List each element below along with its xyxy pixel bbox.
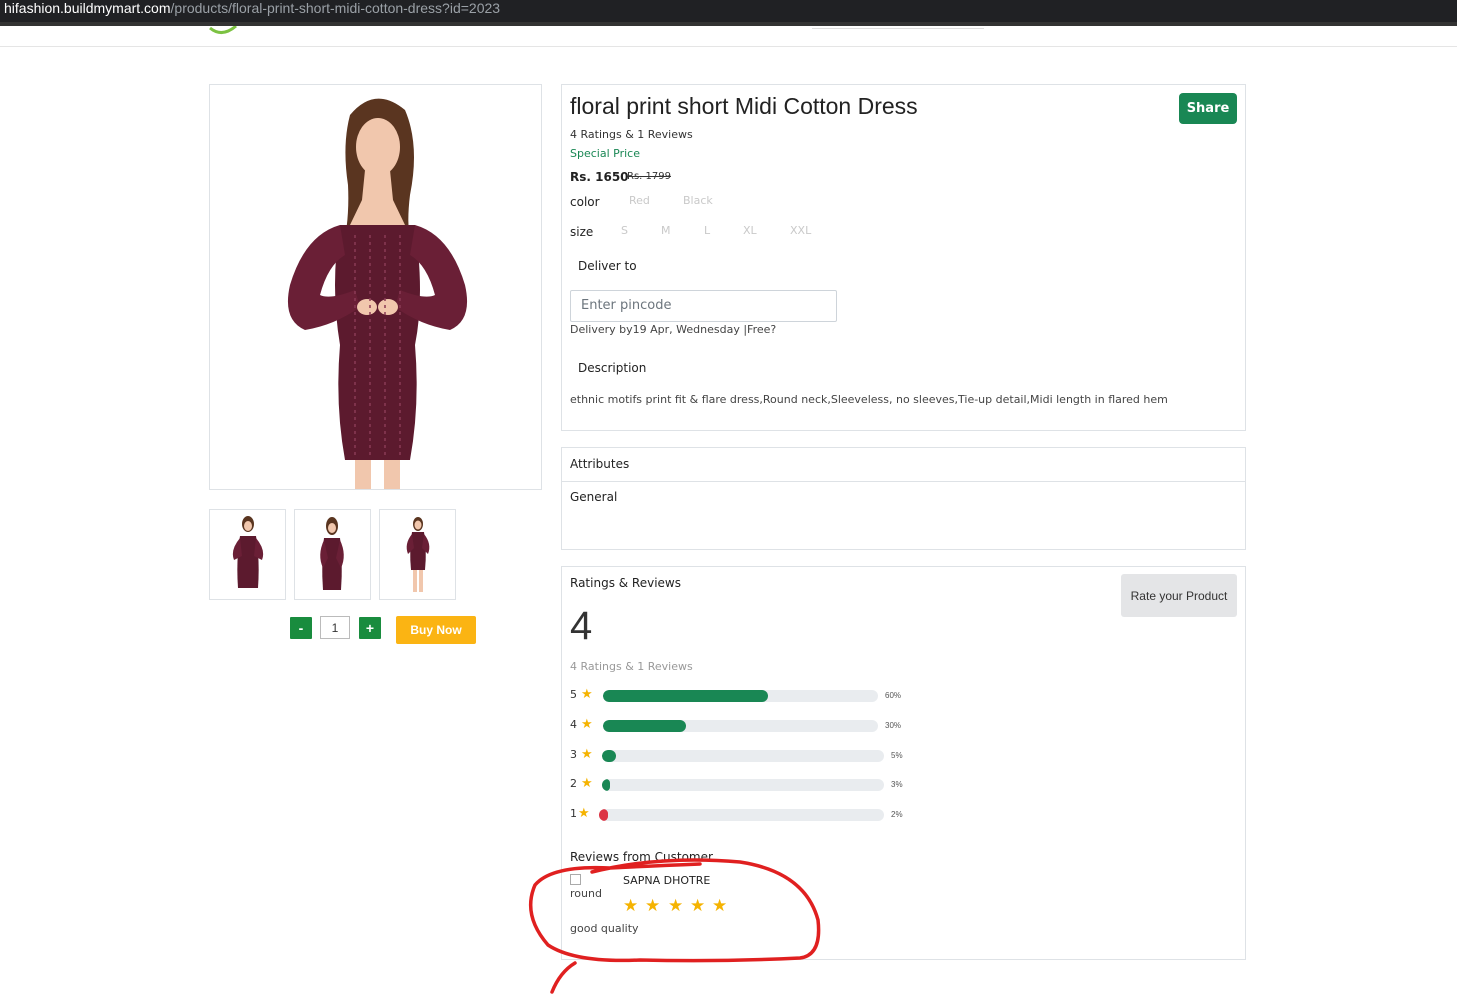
- rating-row-stars: 1: [570, 807, 577, 820]
- header-search-input[interactable]: [812, 26, 984, 29]
- address-bar[interactable]: hifashion.buildmymart.com/products/flora…: [0, 0, 1457, 22]
- size-label: size: [570, 225, 594, 239]
- broken-image-icon: [570, 874, 581, 885]
- description-label: Description: [578, 361, 647, 375]
- rating-progress-fill: [603, 720, 686, 732]
- description-text: ethnic motifs print fit & flare dress,Ro…: [570, 393, 1168, 406]
- rating-percent-label: 60%: [885, 691, 902, 700]
- rating-row-stars: 5: [570, 688, 577, 701]
- ratings-summary: 4 Ratings & 1 Reviews: [570, 128, 693, 141]
- attributes-card: [561, 447, 1246, 550]
- reviewer-avatar: round: [570, 874, 610, 900]
- rating-percent-label: 2%: [891, 810, 903, 819]
- rating-percent-label: 30%: [885, 721, 902, 730]
- rating-progress-bar: [602, 779, 884, 791]
- special-price-label: Special Price: [570, 147, 640, 160]
- attributes-group-general: General: [570, 490, 618, 504]
- star-icon: ★: [578, 806, 590, 821]
- ratings-heading: Ratings & Reviews: [570, 576, 681, 590]
- star-icon: ★: [581, 717, 593, 732]
- product-main-image: [209, 84, 542, 490]
- color-label: color: [570, 195, 600, 209]
- deliver-to-label: Deliver to: [578, 259, 637, 273]
- rating-row-stars: 3: [570, 748, 577, 761]
- product-thumbnail[interactable]: [294, 509, 371, 600]
- quantity-increase-button[interactable]: +: [359, 617, 381, 639]
- delivery-info: Delivery by19 Apr, Wednesday |Free?: [570, 323, 777, 336]
- size-option-xl[interactable]: XL: [743, 224, 757, 237]
- rating-progress-fill: [599, 809, 608, 821]
- star-icon: ★: [645, 896, 661, 916]
- color-option-red[interactable]: Red: [629, 194, 650, 207]
- share-button[interactable]: Share: [1179, 93, 1237, 124]
- review-text: good quality: [570, 922, 639, 935]
- attributes-divider: [562, 481, 1245, 482]
- star-icon: ★: [690, 896, 706, 916]
- rating-percent-label: 3%: [891, 780, 903, 789]
- rating-row-stars: 4: [570, 718, 577, 731]
- reviewer-name: SAPNA DHOTRE: [623, 874, 711, 887]
- reviews-heading: Reviews from Customer: [570, 850, 713, 864]
- pincode-input[interactable]: Enter pincode: [570, 290, 837, 322]
- rating-progress-bar: [603, 690, 878, 702]
- star-icon: ★: [581, 687, 593, 702]
- quantity-decrease-button[interactable]: -: [290, 617, 312, 639]
- star-icon: ★: [712, 896, 728, 916]
- color-option-black[interactable]: Black: [683, 194, 713, 207]
- size-option-s[interactable]: S: [621, 224, 628, 237]
- star-icon: ★: [581, 776, 593, 791]
- rating-progress-bar: [602, 750, 884, 762]
- ratings-count-summary: 4 Ratings & 1 Reviews: [570, 660, 693, 673]
- rating-percent-label: 5%: [891, 751, 903, 760]
- rating-progress-fill: [603, 690, 768, 702]
- site-logo-icon[interactable]: [208, 26, 238, 36]
- size-option-xxl[interactable]: XXL: [790, 224, 811, 237]
- rating-progress-bar: [599, 809, 884, 821]
- original-price: Rs. 1799: [627, 171, 671, 182]
- product-thumbnail[interactable]: [209, 509, 286, 600]
- attributes-heading: Attributes: [570, 457, 630, 471]
- rating-row-stars: 2: [570, 777, 577, 790]
- ratings-card: [561, 566, 1246, 960]
- url-text[interactable]: hifashion.buildmymart.com/products/flora…: [4, 0, 500, 17]
- size-option-m[interactable]: M: [661, 224, 671, 237]
- current-price: Rs. 1650: [570, 170, 629, 184]
- average-rating: 4: [570, 604, 593, 648]
- rating-progress-bar: [603, 720, 878, 732]
- product-title: floral print short Midi Cotton Dress: [570, 93, 918, 119]
- size-option-l[interactable]: L: [704, 224, 710, 237]
- star-icon: ★: [623, 896, 639, 916]
- quantity-input[interactable]: 1: [320, 616, 350, 639]
- product-thumbnail[interactable]: [379, 509, 456, 600]
- star-icon: ★: [668, 896, 684, 916]
- rating-progress-fill: [602, 779, 611, 791]
- dress-model-image: [210, 85, 541, 489]
- rate-product-button[interactable]: Rate your Product: [1121, 574, 1237, 617]
- rating-progress-fill: [602, 750, 617, 762]
- buy-now-button[interactable]: Buy Now: [396, 616, 476, 644]
- star-icon: ★: [581, 747, 593, 762]
